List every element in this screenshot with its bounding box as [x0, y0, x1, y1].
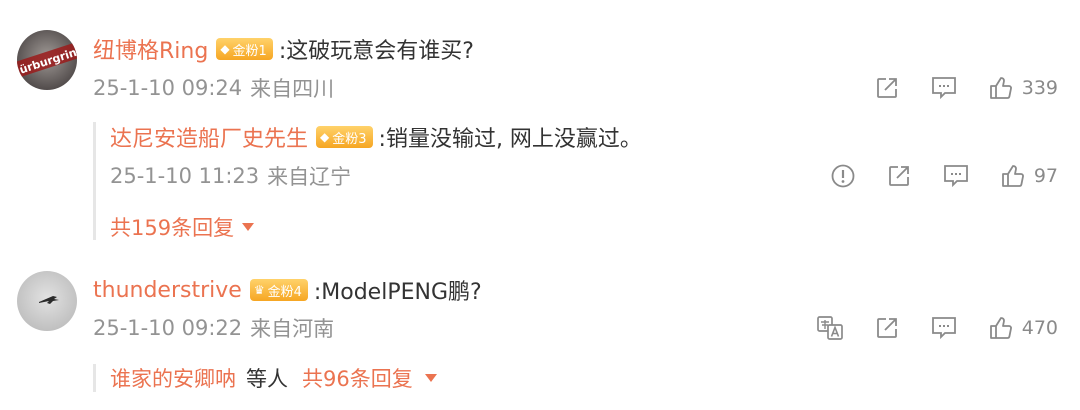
- comment-meta: 25-1-10 09:22 来自河南: [93, 314, 334, 342]
- fan-badge[interactable]: ◆ 金粉3: [316, 126, 373, 148]
- translate-button[interactable]: [816, 314, 844, 342]
- avatar-image: Nürburgring: [17, 30, 77, 90]
- reply-meta: 25-1-10 11:23 来自辽宁: [110, 162, 351, 190]
- comment-button[interactable]: [930, 75, 958, 101]
- reply-header: 达尼安造船厂史先生 ◆ 金粉3 :销量没输过, 网上没赢过。: [110, 122, 642, 152]
- badge-label: 金粉4: [267, 284, 302, 300]
- username[interactable]: thunderstrive: [93, 278, 242, 303]
- thumbs-up-icon: [1001, 165, 1024, 187]
- reply-actions: 97: [830, 161, 1058, 191]
- reply-divider: [93, 364, 96, 392]
- thumbs-up-icon: [989, 317, 1012, 339]
- comment-header: thunderstrive ♛ 金粉4 :ModelPENG鹏?: [93, 275, 482, 306]
- location: 来自四川: [250, 77, 335, 101]
- avatar-image: [17, 271, 77, 331]
- more-replies-label: 共96条回复: [302, 367, 413, 391]
- share-button[interactable]: [886, 163, 912, 189]
- timestamp: 25-1-10 09:22: [93, 316, 243, 340]
- timestamp: 25-1-10 11:23: [110, 164, 260, 188]
- like-button[interactable]: 339: [988, 75, 1058, 101]
- gem-icon: ◆: [220, 42, 230, 56]
- comment-icon: [943, 165, 968, 188]
- avatar[interactable]: [17, 271, 77, 331]
- like-button[interactable]: 470: [988, 315, 1058, 341]
- reply-divider: [93, 122, 96, 240]
- comment-button[interactable]: [942, 163, 970, 189]
- fan-badge[interactable]: ♛ 金粉4: [249, 279, 308, 301]
- timestamp: 25-1-10 09:24: [93, 76, 243, 100]
- report-button[interactable]: [830, 163, 856, 189]
- comment-actions: 339: [874, 73, 1058, 103]
- reply-preview: 谁家的安卿呐 等人 共96条回复: [110, 363, 437, 393]
- comment-header: 纽博格Ring ◆ 金粉1 :这破玩意会有谁买?: [93, 34, 474, 64]
- comment-icon: [931, 317, 956, 340]
- share-button[interactable]: [874, 75, 900, 101]
- badge-label: 金粉3: [332, 131, 367, 147]
- reply-username[interactable]: 谁家的安卿呐: [110, 363, 236, 393]
- caret-down-icon: [424, 374, 437, 382]
- comment-text: :ModelPENG鹏?: [313, 280, 482, 305]
- fan-badge[interactable]: ◆ 金粉1: [216, 38, 273, 60]
- reply-text: :销量没输过, 网上没赢过。: [378, 127, 642, 152]
- like-count: 97: [1033, 165, 1058, 187]
- reply-username[interactable]: 达尼安造船厂史先生: [110, 121, 308, 153]
- share-icon: [876, 78, 897, 98]
- username[interactable]: 纽博格Ring: [93, 33, 208, 65]
- badge-label: 金粉1: [232, 43, 267, 59]
- comment-icon: [931, 77, 956, 100]
- report-icon: [831, 164, 855, 188]
- more-replies-label: 共159条回复: [110, 216, 235, 240]
- comment-actions: 470: [816, 313, 1058, 343]
- more-replies-link[interactable]: 共96条回复: [302, 363, 437, 393]
- like-count: 339: [1021, 77, 1058, 99]
- translate-icon: [816, 316, 843, 340]
- share-icon: [876, 318, 897, 338]
- avatar[interactable]: Nürburgring: [17, 30, 77, 90]
- crown-icon: ♛: [253, 283, 265, 297]
- gem-icon: ◆: [320, 130, 330, 144]
- like-count: 470: [1021, 317, 1058, 339]
- comment-button[interactable]: [930, 315, 958, 341]
- location: 来自辽宁: [267, 165, 352, 189]
- share-button[interactable]: [874, 315, 900, 341]
- more-replies-link[interactable]: 共159条回复: [110, 212, 255, 242]
- comment-meta: 25-1-10 09:24 来自四川: [93, 74, 334, 102]
- share-icon: [888, 166, 909, 186]
- reply-suffix: 等人: [246, 367, 288, 391]
- thumbs-up-icon: [989, 77, 1012, 99]
- comment-text: :这破玩意会有谁买?: [278, 39, 474, 64]
- caret-down-icon: [242, 223, 255, 231]
- like-button[interactable]: 97: [1000, 163, 1058, 189]
- location: 来自河南: [250, 317, 335, 341]
